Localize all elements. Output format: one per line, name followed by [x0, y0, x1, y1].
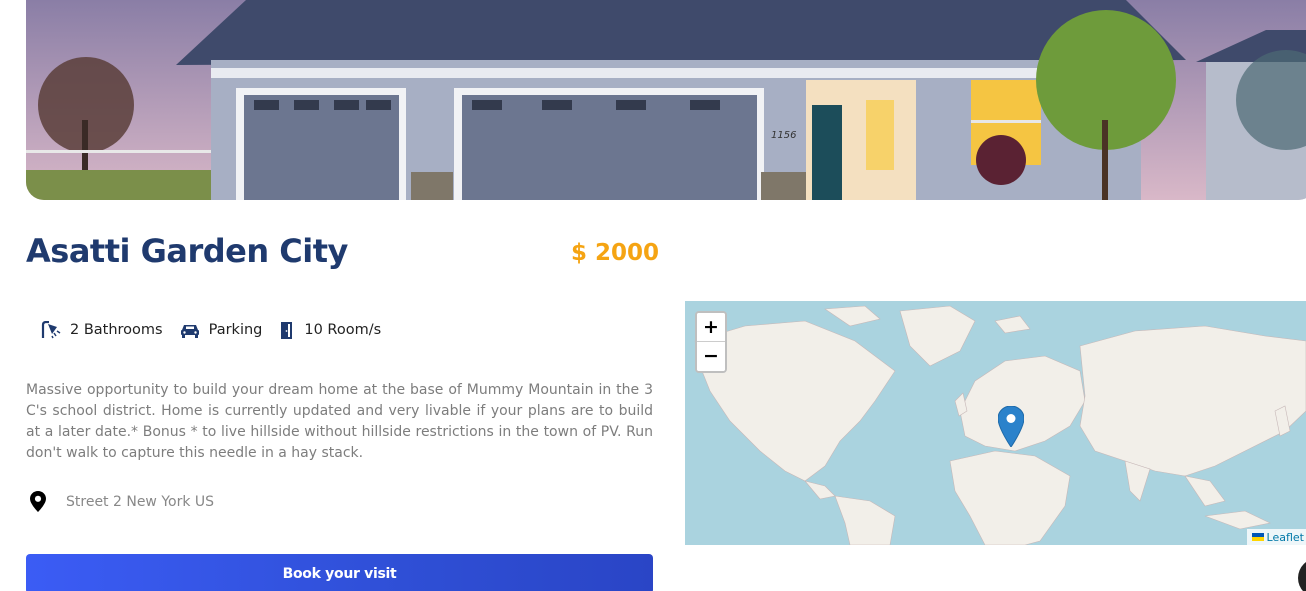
- map-zoom-control: + −: [695, 311, 727, 373]
- property-location: Street 2 New York US: [30, 491, 214, 512]
- house-number: 1156: [771, 130, 796, 141]
- ukraine-flag-icon: [1251, 533, 1264, 541]
- feature-bathrooms: 2 Bathrooms: [41, 321, 163, 339]
- location-map[interactable]: + − Leaflet: [685, 301, 1306, 545]
- feature-label: 10 Room/s: [304, 322, 382, 338]
- chat-widget-button[interactable]: [1298, 558, 1306, 591]
- property-address: Street 2 New York US: [66, 493, 215, 510]
- property-features: 2 Bathrooms Parking 10 Room/s: [41, 318, 398, 342]
- shower-icon: [41, 321, 61, 339]
- property-title: Asatti Garden City: [26, 232, 348, 270]
- feature-label: Parking: [208, 322, 263, 338]
- leaflet-link[interactable]: Leaflet: [1267, 531, 1304, 544]
- map-attribution: Leaflet: [1246, 529, 1306, 545]
- zoom-out-button[interactable]: −: [697, 342, 725, 371]
- car-icon: [180, 325, 199, 338]
- feature-parking: Parking: [180, 322, 263, 338]
- hero-image: 1156: [26, 0, 1306, 200]
- world-map-tiles[interactable]: [685, 301, 1306, 545]
- property-description: Massive opportunity to build your dream …: [26, 382, 653, 461]
- zoom-in-button[interactable]: +: [697, 313, 725, 342]
- book-visit-button[interactable]: Book your visit: [26, 554, 653, 591]
- map-marker-icon[interactable]: [998, 406, 1024, 447]
- door-icon: [281, 322, 293, 339]
- map-pin-icon: [30, 491, 46, 512]
- feature-label: 2 Bathrooms: [70, 322, 163, 338]
- feature-rooms: 10 Room/s: [279, 321, 381, 339]
- property-price: $ 2000: [571, 240, 660, 266]
